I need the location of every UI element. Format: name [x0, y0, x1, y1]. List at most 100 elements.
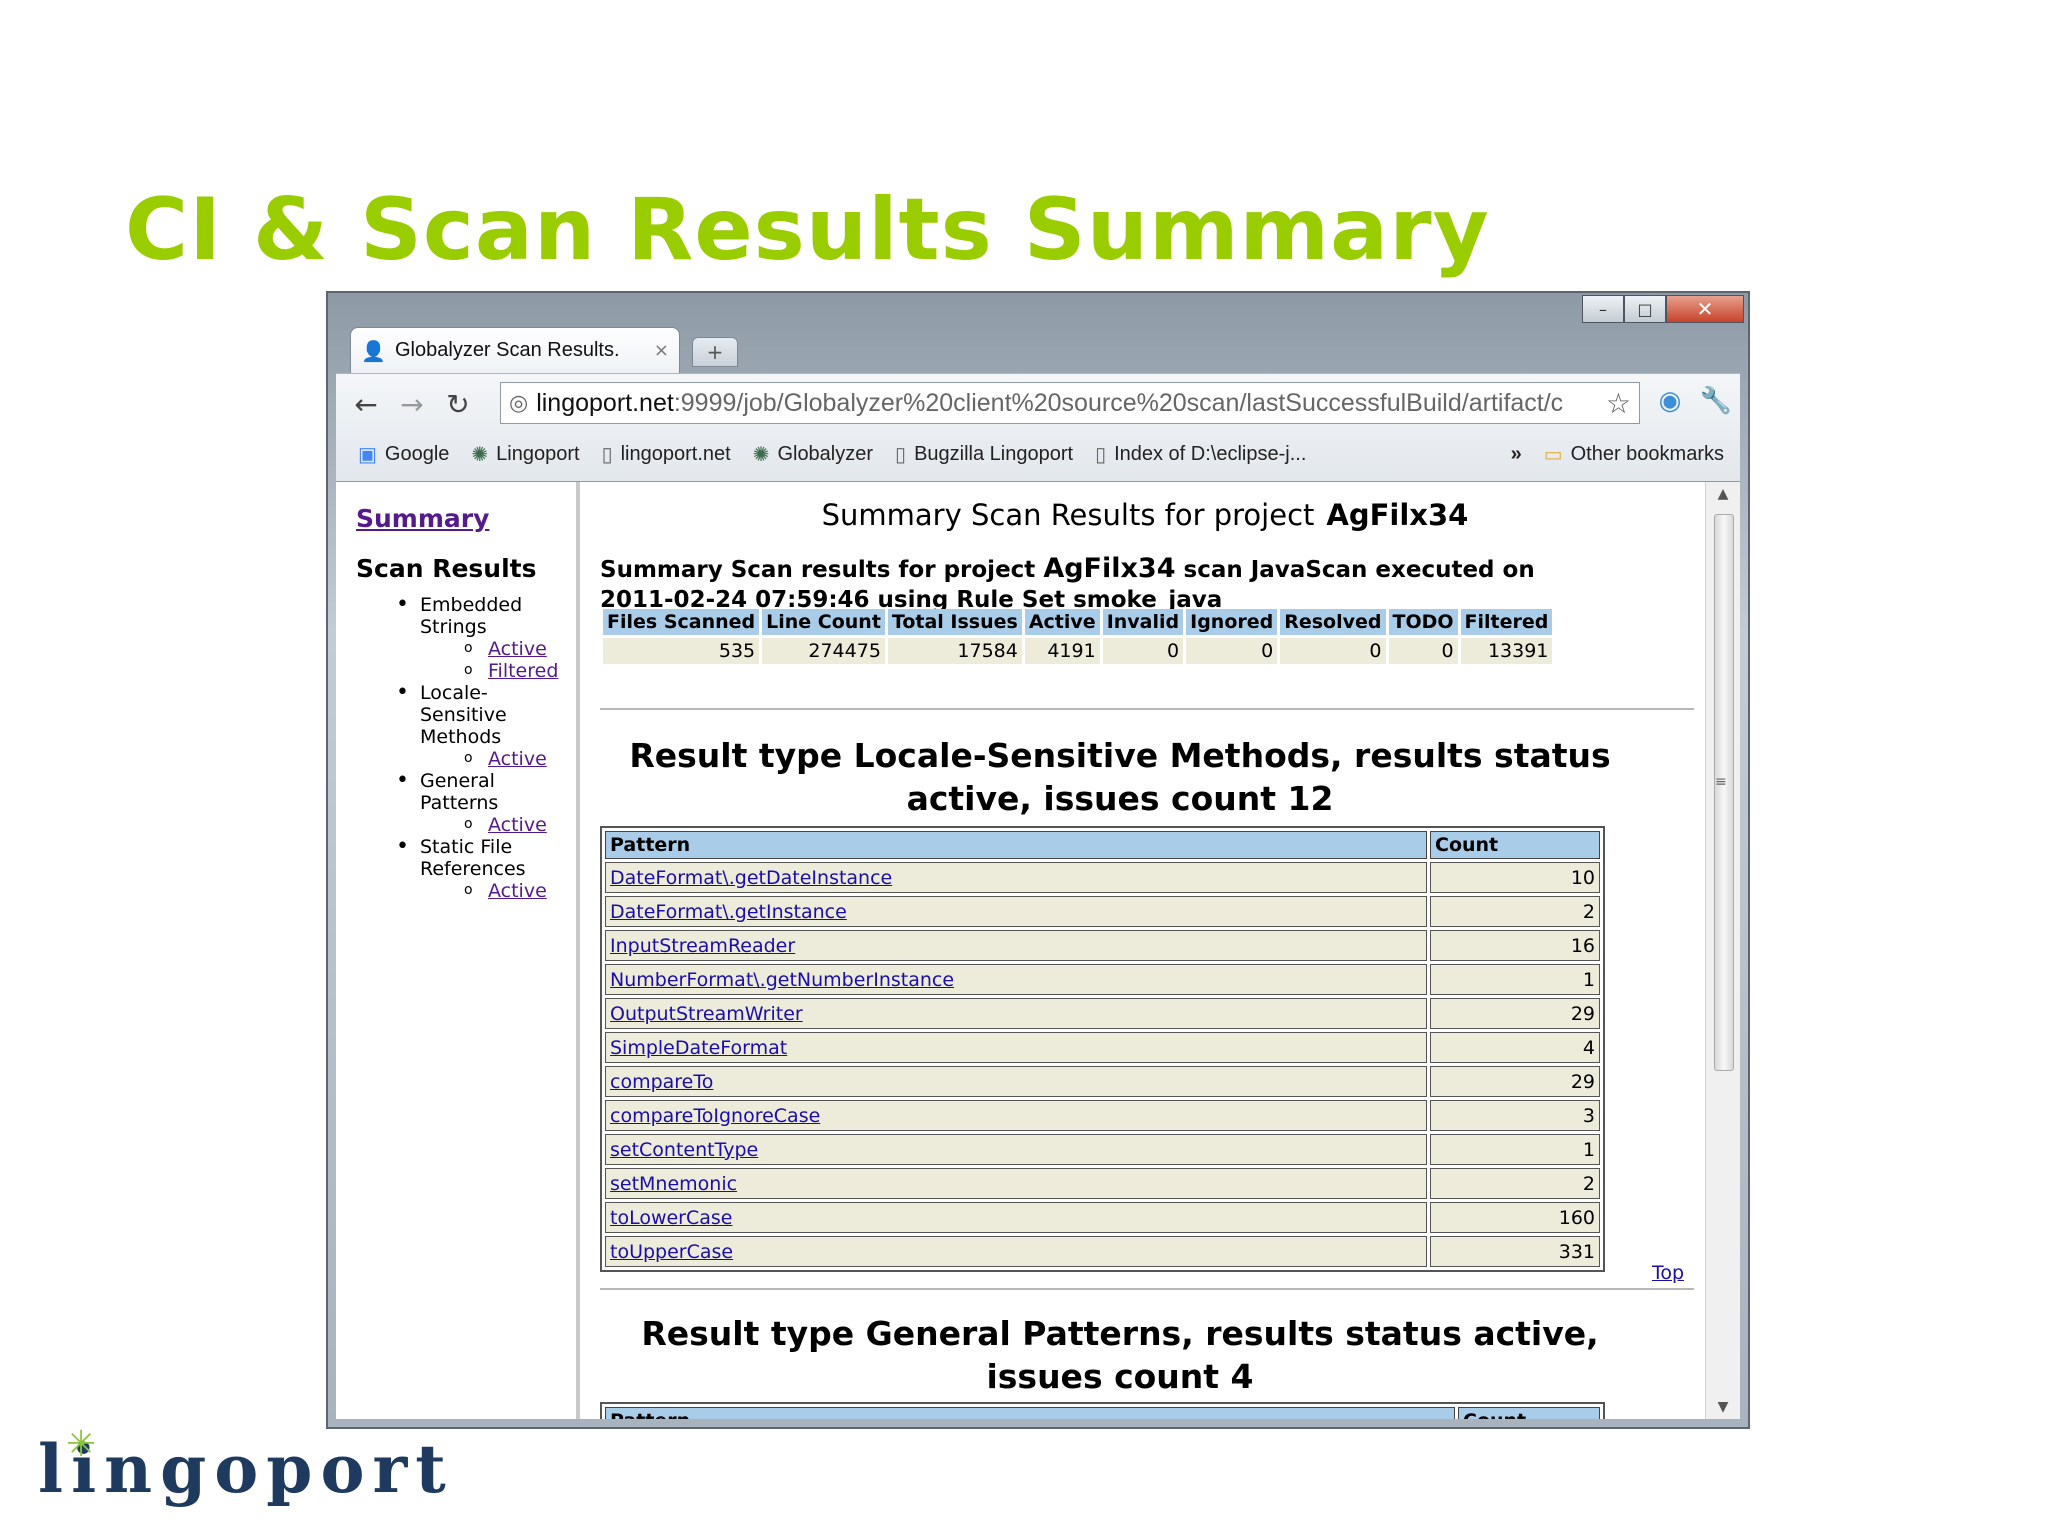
pattern-link[interactable]: InputStreamReader: [610, 935, 795, 957]
count-cell: 3: [1430, 1100, 1600, 1131]
pattern-cell: compareToIgnoreCase: [605, 1100, 1427, 1131]
group-label: Embedded Strings: [420, 594, 523, 638]
pattern-link[interactable]: OutputStreamWriter: [610, 1003, 803, 1025]
pattern-link[interactable]: setMnemonic: [610, 1173, 737, 1195]
pattern-link[interactable]: NumberFormat\.getNumberInstance: [610, 969, 954, 991]
forward-icon[interactable]: →: [392, 386, 432, 422]
bookmarks-overflow-button[interactable]: »: [1511, 443, 1522, 466]
results-content: Summary Scan Results for project AgFilx34…: [586, 482, 1704, 1419]
locale-methods-active-link[interactable]: Active: [488, 748, 547, 770]
new-tab-button[interactable]: +: [692, 337, 738, 367]
page-viewport: Summary Scan Results Embedded Strings Ac…: [336, 481, 1740, 1419]
summary-column-header: Filtered: [1460, 609, 1553, 635]
bookmark-star-icon[interactable]: ☆: [1606, 387, 1631, 420]
count-cell: 331: [1430, 1236, 1600, 1267]
summary-value-cell: 13391: [1460, 638, 1553, 664]
bookmark-lingoport-net[interactable]: ▯ lingoport.net: [602, 442, 731, 467]
pattern-link[interactable]: toUpperCase: [610, 1241, 733, 1263]
table-row: DateFormat\.getInstance 2: [605, 896, 1600, 927]
browser-window: – □ ✕ 👤 Globalyzer Scan Results. × + ← →…: [326, 291, 1750, 1429]
close-window-button[interactable]: ✕: [1666, 295, 1744, 323]
list-item: Filtered: [464, 659, 571, 682]
bookmark-globalyzer[interactable]: ✺ Globalyzer: [753, 442, 873, 467]
reload-icon[interactable]: ↻: [438, 386, 478, 422]
table-row: toUpperCase 331: [605, 1236, 1600, 1267]
pattern-cell: DateFormat\.getInstance: [605, 896, 1427, 927]
back-icon[interactable]: ←: [346, 386, 386, 422]
top-link[interactable]: Top: [1652, 1262, 1684, 1284]
page-icon: ▯: [895, 443, 907, 466]
table-header-row: Pattern Count: [605, 1407, 1600, 1419]
page-title-project: AgFilx34: [1326, 498, 1469, 532]
divider: [600, 1288, 1694, 1290]
table-row: compareTo 29: [605, 1066, 1600, 1097]
list-item: Embedded Strings Active Filtered: [396, 594, 571, 682]
group-label: Static File References: [420, 836, 526, 880]
count-column-header: Count: [1458, 1407, 1600, 1419]
url-host: lingoport.net: [536, 388, 674, 417]
summary-value-cell: 0: [1102, 638, 1184, 664]
summary-table: Files Scanned Line Count Total Issues Activ…: [600, 606, 1555, 667]
summary-value-cell: 535: [603, 638, 760, 664]
bookmark-label: lingoport.net: [620, 442, 731, 465]
pattern-link[interactable]: toLowerCase: [610, 1207, 733, 1229]
lingoport-logo: ✳ lingoport: [38, 1424, 454, 1508]
scroll-down-icon[interactable]: ▼: [1706, 1395, 1740, 1419]
count-cell: 16: [1430, 930, 1600, 961]
pattern-link[interactable]: DateFormat\.getDateInstance: [610, 867, 892, 889]
scroll-thumb[interactable]: [1714, 514, 1734, 1071]
skype-extension-icon[interactable]: ◉: [1652, 386, 1688, 416]
bookmarks-bar: ▣ Google ✺ Lingoport ▯ lingoport.net ✺ Globa…: [344, 434, 1732, 474]
sunburst-logo-icon: ✳: [66, 1424, 97, 1465]
count-cell: 1: [1430, 964, 1600, 995]
pattern-link[interactable]: compareToIgnoreCase: [610, 1105, 820, 1127]
summary-link[interactable]: Summary: [356, 504, 489, 533]
general-patterns-table: Pattern Count: [600, 1402, 1605, 1419]
pattern-link[interactable]: SimpleDateFormat: [610, 1037, 787, 1059]
pattern-cell: setContentType: [605, 1134, 1427, 1165]
page-info-icon[interactable]: ◎: [509, 391, 528, 416]
list-item: Active: [464, 637, 571, 660]
pattern-link[interactable]: compareTo: [610, 1071, 713, 1093]
locale-methods-table: Pattern Count DateFormat\.getDateInstanc…: [600, 826, 1605, 1272]
group-label: General Patterns: [420, 770, 499, 814]
list-item: Active: [464, 813, 571, 836]
vertical-scrollbar[interactable]: ▲ ≡ ▼: [1705, 482, 1740, 1419]
pattern-cell: toLowerCase: [605, 1202, 1427, 1233]
url-text[interactable]: lingoport.net:9999/job/Globalyzer%20clie…: [536, 389, 1598, 418]
pattern-cell: InputStreamReader: [605, 930, 1427, 961]
lingoport-icon: ✺: [471, 443, 489, 466]
slide-title: CI & Scan Results Summary: [125, 180, 1490, 280]
list-item: Static File References Active: [396, 836, 571, 902]
scan-results-list: Embedded Strings Active Filtered Locale-…: [396, 594, 571, 902]
scroll-up-icon[interactable]: ▲: [1706, 482, 1740, 506]
embedded-strings-active-link[interactable]: Active: [488, 638, 547, 660]
maximize-button[interactable]: □: [1624, 295, 1666, 323]
pattern-link[interactable]: DateFormat\.getInstance: [610, 901, 847, 923]
locale-methods-section-title: Result type Locale-Sensitive Methods, re…: [629, 736, 1611, 818]
bookmark-index[interactable]: ▯ Index of D:\eclipse-j...: [1095, 442, 1306, 467]
general-patterns-active-link[interactable]: Active: [488, 814, 547, 836]
other-bookmarks-label: Other bookmarks: [1570, 442, 1724, 465]
other-bookmarks[interactable]: ▭ Other bookmarks: [1544, 442, 1724, 467]
minimize-button[interactable]: –: [1582, 295, 1624, 323]
tab-close-icon[interactable]: ×: [654, 340, 669, 361]
static-file-active-link[interactable]: Active: [488, 880, 547, 902]
bookmark-bugzilla[interactable]: ▯ Bugzilla Lingoport: [895, 442, 1073, 467]
embedded-strings-filtered-link[interactable]: Filtered: [488, 660, 558, 682]
list-item: General Patterns Active: [396, 770, 571, 836]
browser-tab[interactable]: 👤 Globalyzer Scan Results. ×: [350, 327, 680, 373]
pattern-link[interactable]: setContentType: [610, 1139, 758, 1161]
scroll-grip-icon: ≡: [1715, 774, 1727, 790]
wrench-icon[interactable]: 🔧: [1698, 386, 1734, 416]
address-bar[interactable]: ◎ lingoport.net:9999/job/Globalyzer%20cl…: [500, 382, 1640, 424]
bookmark-google[interactable]: ▣ Google: [358, 442, 449, 467]
summary-value-cell: 17584: [887, 638, 1022, 664]
bookmark-label: Bugzilla Lingoport: [914, 442, 1074, 465]
pattern-cell: toUpperCase: [605, 1236, 1427, 1267]
table-row: toLowerCase 160: [605, 1202, 1600, 1233]
tab-title: Globalyzer Scan Results.: [395, 339, 620, 361]
pattern-column-header: Pattern: [605, 1407, 1455, 1419]
pattern-cell: OutputStreamWriter: [605, 998, 1427, 1029]
bookmark-lingoport[interactable]: ✺ Lingoport: [471, 442, 579, 467]
